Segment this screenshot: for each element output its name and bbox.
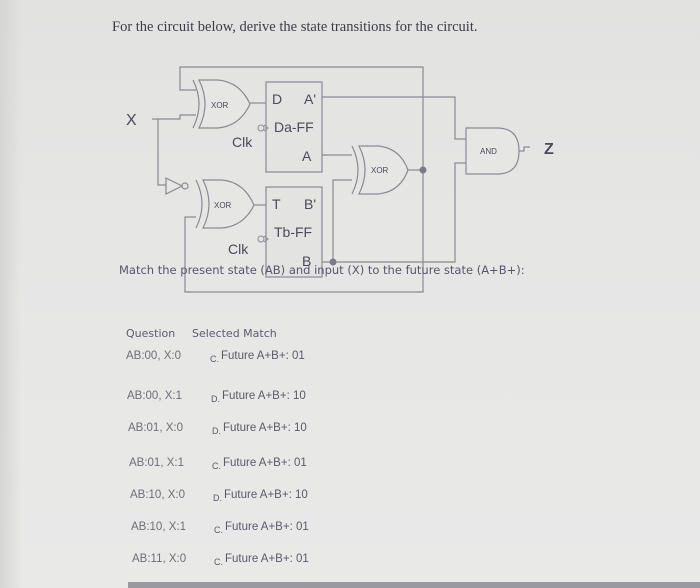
- junction-dot-xor: [419, 166, 427, 174]
- ff-b-qbar-label: B': [304, 196, 316, 212]
- ff-b-name: Tb-FF: [274, 224, 312, 240]
- and-gate-label: AND: [480, 147, 497, 156]
- question-row-6: AB:10, X:1: [131, 521, 186, 533]
- question-row-3: AB:01, X:0: [128, 422, 183, 434]
- answer-row-4[interactable]: C. Future A+B+: 01: [212, 457, 307, 471]
- output-z-label: Z: [544, 141, 554, 158]
- ff-a-name: Da-FF: [274, 119, 314, 135]
- question-header: Question: [126, 327, 176, 340]
- wire-x-xor: [152, 114, 196, 120]
- ff-a-q-label: A: [302, 148, 312, 164]
- wire-aprime-and: [320, 96, 466, 140]
- ff-a-qbar-label: A': [304, 91, 316, 107]
- ff-b-t-label: T: [272, 196, 281, 212]
- question-row-2: AB:00, X:1: [127, 390, 182, 402]
- inverter-gate: [165, 177, 189, 195]
- answer-row-1[interactable]: C. Future A+B+: 01: [210, 350, 305, 364]
- match-prompt: Match the present state (AB) and input (…: [119, 263, 525, 277]
- answer-row-2[interactable]: D. Future A+B+: 10: [211, 390, 306, 404]
- ff-b-clk-label: Clk: [228, 241, 249, 257]
- question-row-7: AB:11, X:0: [132, 553, 187, 565]
- question-row-1: AB:00, X:0: [126, 350, 181, 362]
- answer-row-3[interactable]: D. Future A+B+: 10: [212, 422, 307, 436]
- ff-a-d-label: D: [272, 91, 282, 107]
- input-x-label: X: [126, 112, 137, 129]
- selected-match-header: Selected Match: [192, 327, 277, 340]
- wire-b-xor: [332, 179, 352, 262]
- wire-and-z: [519, 146, 530, 152]
- ff-a-clk-label: Clk: [232, 134, 253, 150]
- xor-bottom-label: XOR: [214, 201, 232, 210]
- question-row-4: AB:01, X:1: [129, 457, 184, 469]
- wire-x-inverter: [157, 119, 166, 186]
- xor-right-label: XOR: [371, 166, 389, 175]
- bottom-scrollbar[interactable]: [128, 582, 700, 588]
- circuit-diagram: XOR XOR D A' Da-FF A Clk T B' Tb-FF B Cl…: [126, 66, 554, 293]
- xor-top-label: XOR: [211, 101, 229, 110]
- question-row-5: AB:10, X:0: [130, 489, 185, 501]
- answer-row-6[interactable]: C. Future A+B+: 01: [214, 521, 309, 535]
- answer-row-5[interactable]: D. Future A+B+: 10: [213, 489, 308, 503]
- answer-row-7[interactable]: C. Future A+B+: 01: [214, 553, 309, 567]
